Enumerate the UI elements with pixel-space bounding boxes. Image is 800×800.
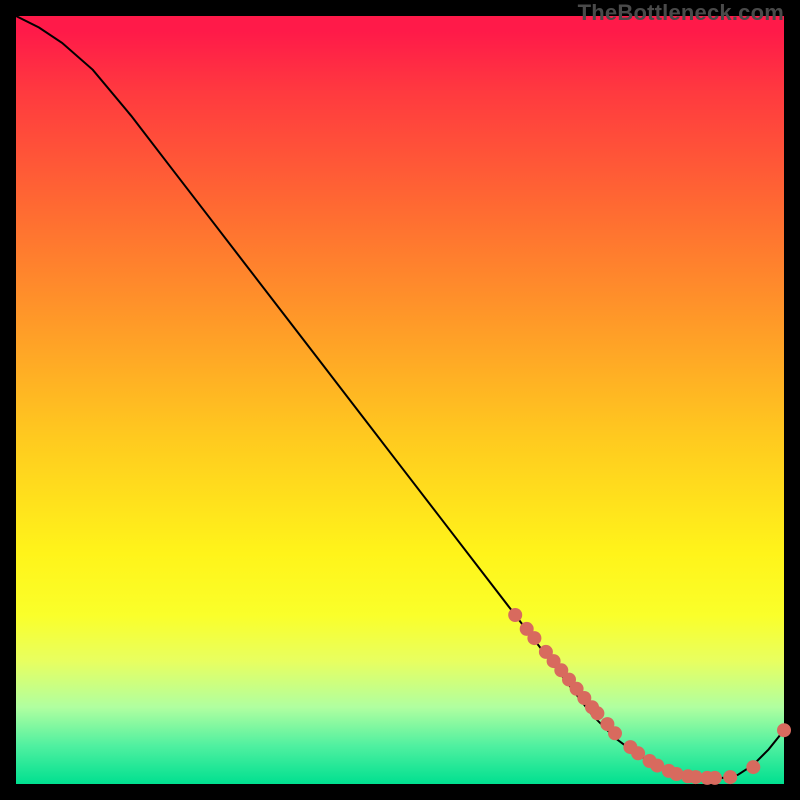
chart-container: TheBottleneck.com <box>0 0 800 800</box>
data-points <box>508 608 791 785</box>
data-point <box>777 723 791 737</box>
data-point <box>746 760 760 774</box>
data-point <box>608 726 622 740</box>
data-point <box>708 771 722 785</box>
data-point <box>723 770 737 784</box>
chart-overlay <box>16 16 784 784</box>
bottleneck-curve <box>16 16 784 778</box>
data-point <box>590 706 604 720</box>
data-point <box>527 631 541 645</box>
data-point <box>631 746 645 760</box>
data-point <box>508 608 522 622</box>
watermark: TheBottleneck.com <box>578 0 784 26</box>
